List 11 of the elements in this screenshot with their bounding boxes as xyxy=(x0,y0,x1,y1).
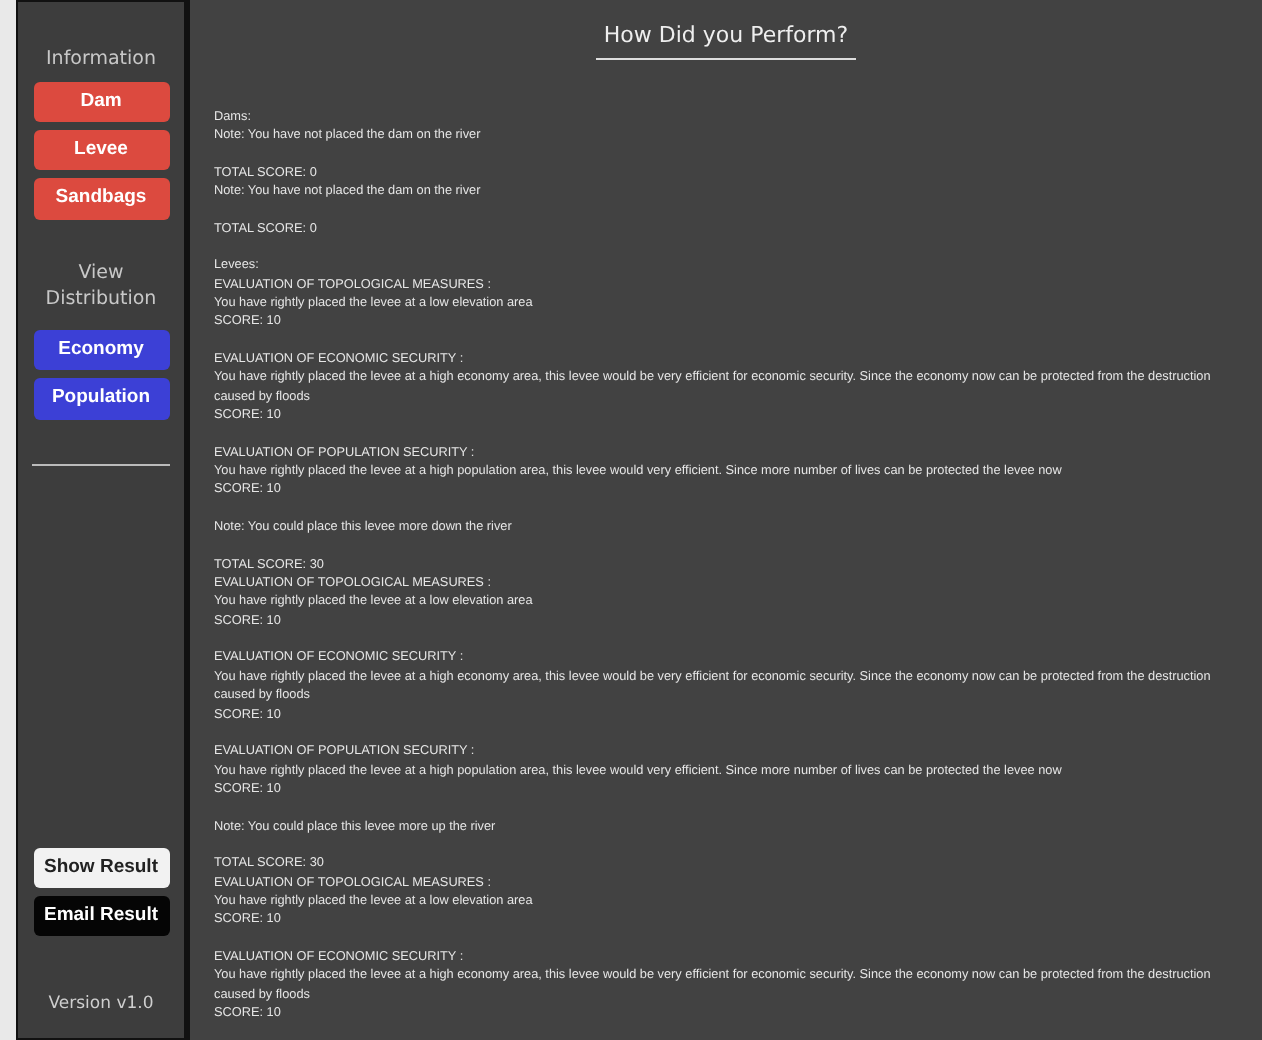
email-result-button[interactable]: Email Result xyxy=(33,896,169,937)
section-heading: Information xyxy=(46,46,156,74)
distribution-button[interactable]: Population xyxy=(33,378,169,420)
info-button[interactable]: Dam xyxy=(33,81,169,123)
results-title: How Did you Perform? xyxy=(595,20,857,59)
info-button[interactable]: Sandbags xyxy=(33,178,169,220)
version-label: Version v1.0 xyxy=(48,992,154,1018)
section-heading: View Distribution xyxy=(43,259,159,315)
info-button[interactable]: Levee xyxy=(33,130,169,171)
distribution-button[interactable]: Economy xyxy=(33,330,169,371)
show-result-button[interactable]: Show Result xyxy=(33,847,169,888)
